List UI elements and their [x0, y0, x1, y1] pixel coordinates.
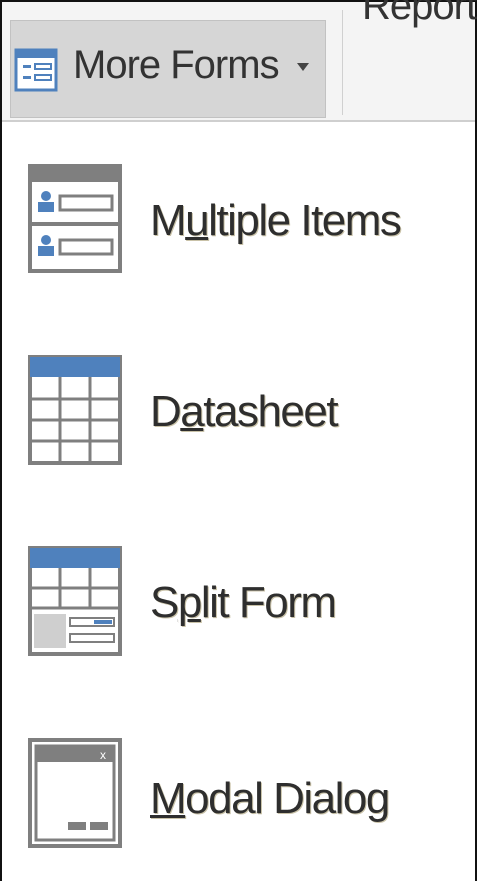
ribbon-separator: [342, 10, 343, 115]
menu-item-label: Datasheet: [150, 387, 339, 436]
form-icon: [14, 48, 58, 92]
more-forms-button[interactable]: More Forms: [10, 20, 326, 118]
dropdown-arrow-icon: [297, 63, 309, 71]
modal-dialog-icon: x: [28, 738, 122, 848]
more-forms-label: More Forms: [73, 43, 280, 87]
menu-item-multiple-items[interactable]: Multiple Items: [2, 150, 472, 300]
multiple-items-icon: [28, 164, 122, 273]
menu-item-label: Modal Dialog: [150, 774, 390, 823]
menu-item-label: Split Form: [150, 578, 337, 627]
datasheet-icon: [28, 355, 122, 465]
report-button[interactable]: Report: [362, 0, 477, 29]
menu-item-label: Multiple Items: [150, 196, 402, 245]
menu-item-split-form[interactable]: Split Form: [2, 540, 472, 690]
ribbon-strip: More Forms Report: [2, 0, 477, 122]
svg-text:x: x: [100, 748, 106, 762]
split-form-icon: [28, 546, 122, 656]
menu-item-modal-dialog[interactable]: x Modal Dialog: [2, 730, 472, 880]
menu-item-datasheet[interactable]: Datasheet: [2, 345, 472, 495]
